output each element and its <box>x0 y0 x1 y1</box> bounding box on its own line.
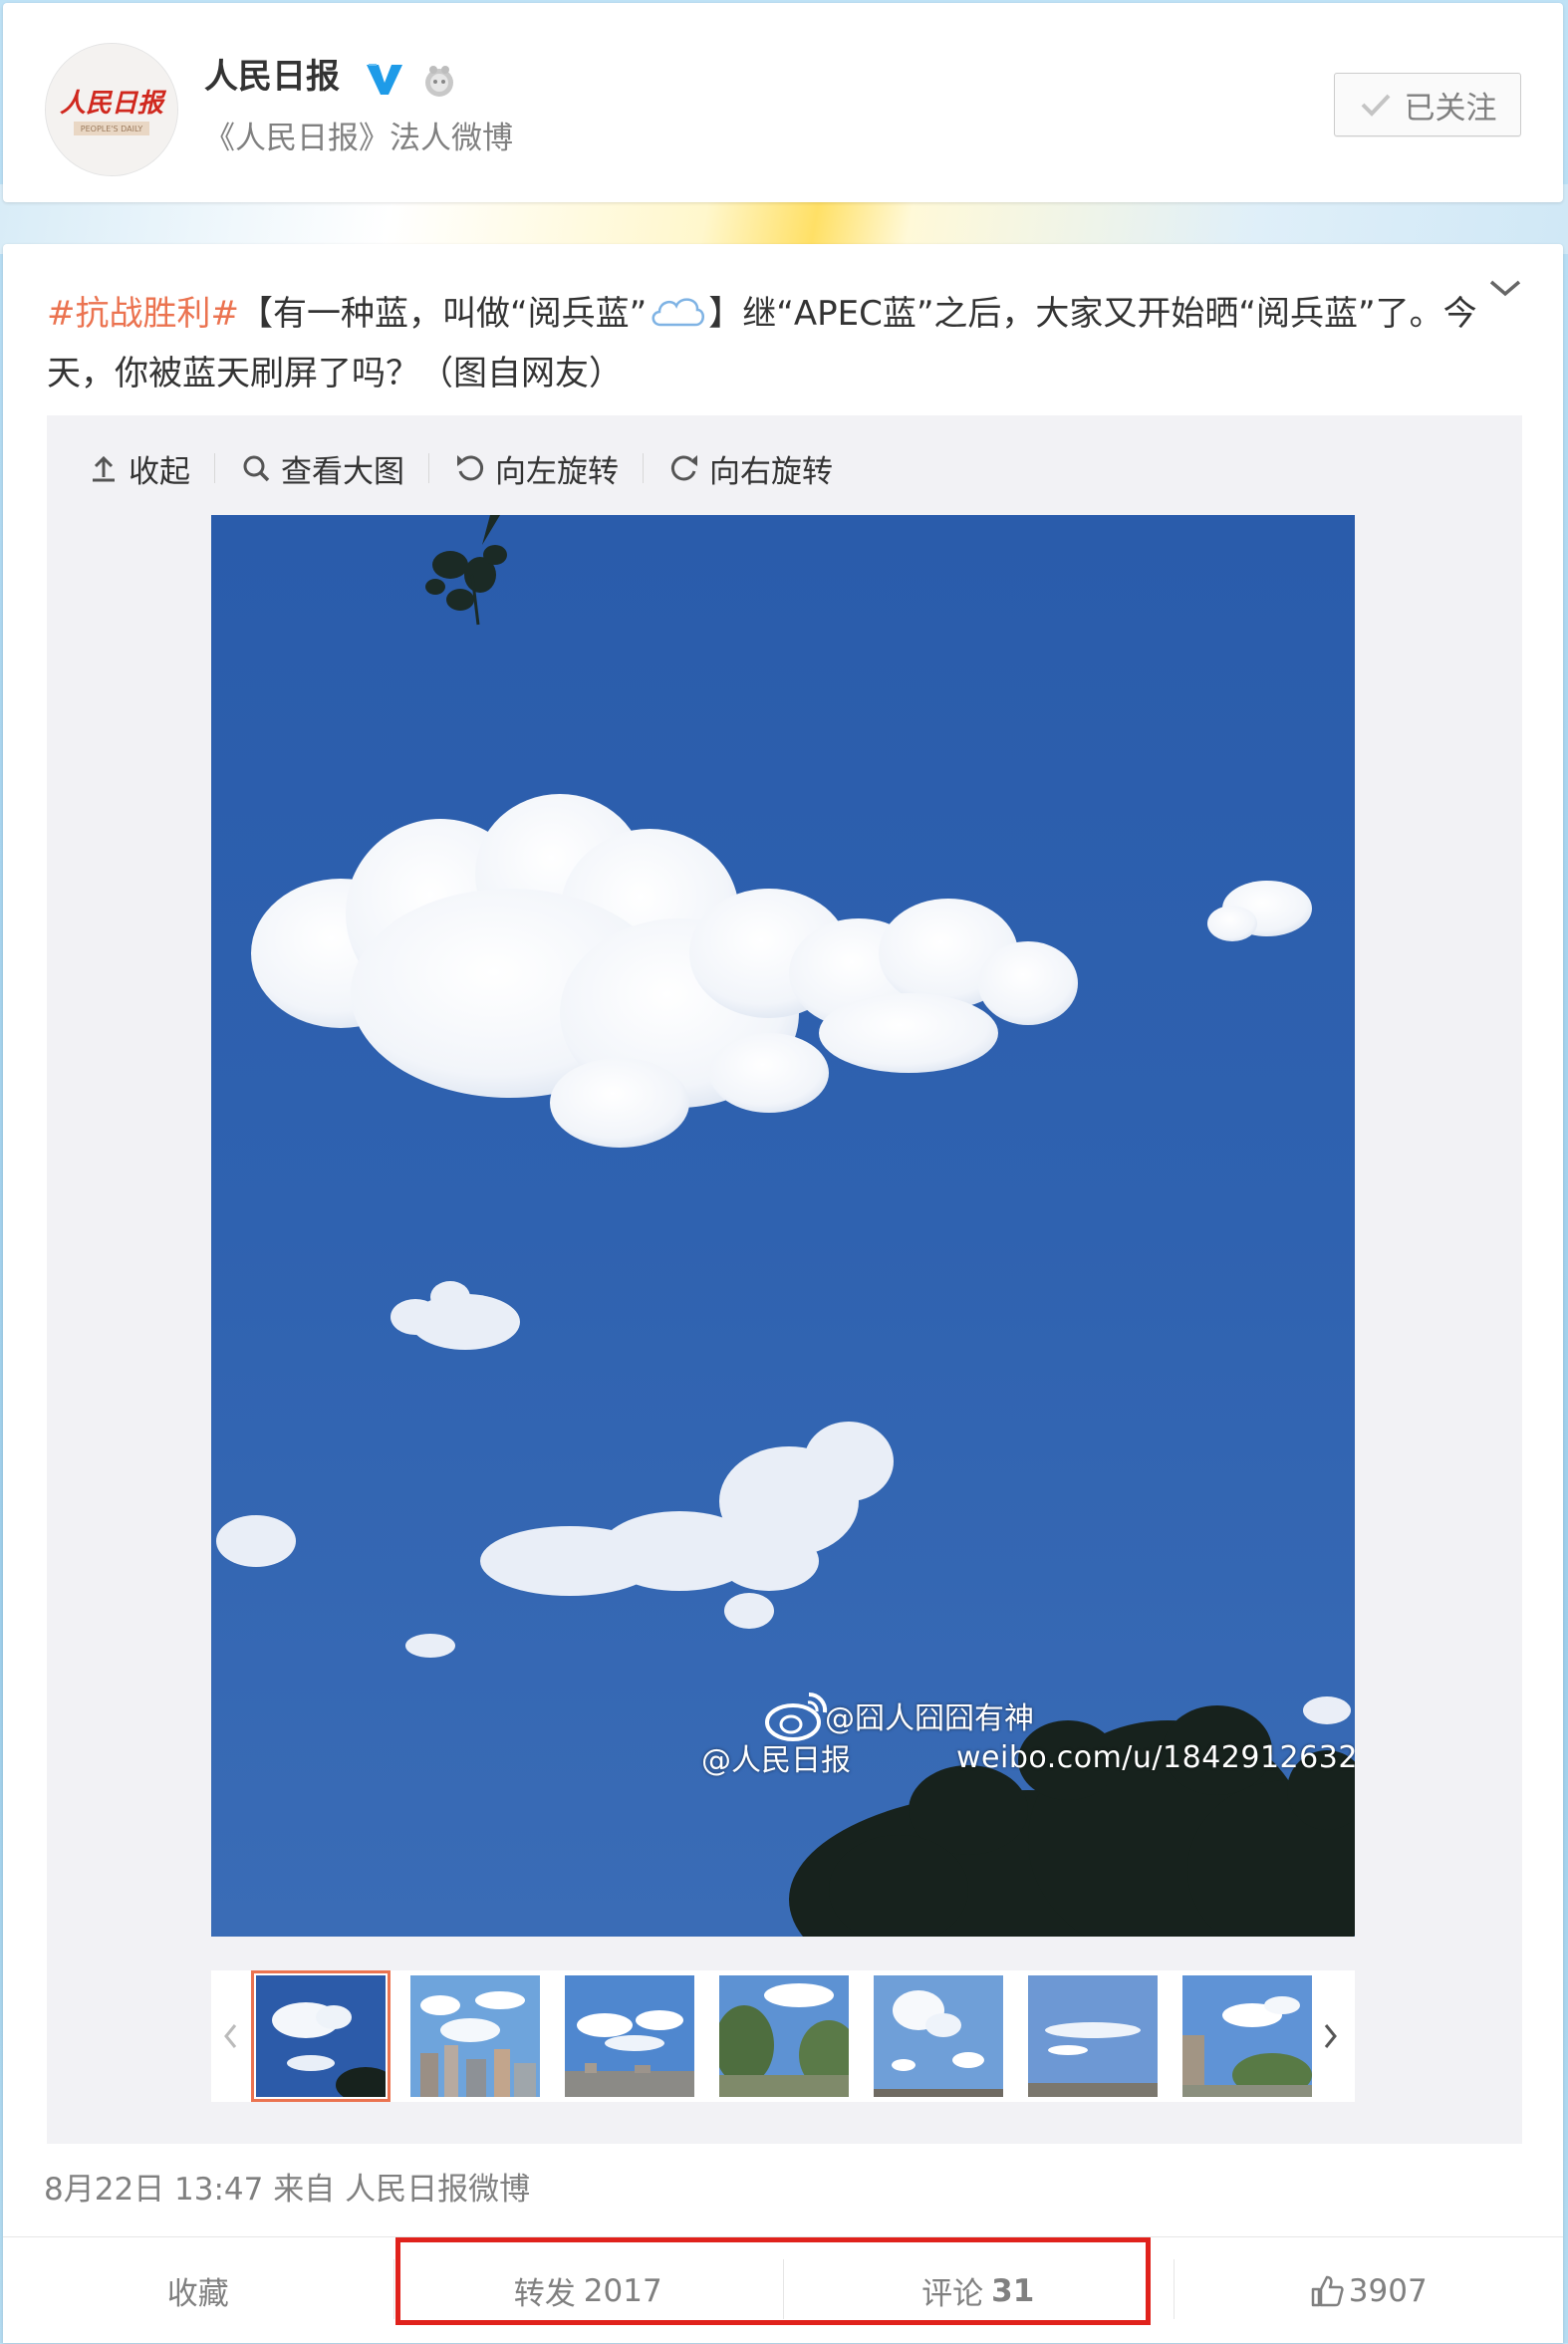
view-large-button[interactable]: 查看大图 <box>239 446 404 491</box>
repost-label: 转发 <box>513 2276 576 2312</box>
thumbnail-5[interactable] <box>874 1975 1003 2097</box>
check-icon <box>1361 94 1390 117</box>
repost-button[interactable]: 转发 2017 <box>392 2237 784 2344</box>
chevron-right-icon <box>1324 2024 1337 2048</box>
collapse-label: 收起 <box>129 453 190 490</box>
toolbar-divider <box>428 453 429 483</box>
thumbnail-4[interactable] <box>719 1975 849 2097</box>
comment-label: 评论 <box>921 2276 984 2312</box>
thumbnail-1[interactable] <box>251 1970 391 2102</box>
avatar[interactable]: 人民日报 PEOPLE'S DAILY <box>45 43 178 176</box>
cloud-emoji-icon <box>652 298 705 327</box>
media-toolbar: 收起 查看大图 向左旋转 向右旋转 <box>87 443 833 493</box>
follow-label: 已关注 <box>1404 90 1497 127</box>
like-icon <box>1311 2275 1344 2306</box>
thumbnail-next-button[interactable] <box>1312 1970 1350 2102</box>
thumbnail-prev-button[interactable] <box>211 1970 249 2102</box>
avatar-logo-subtext: PEOPLE'S DAILY <box>81 125 143 133</box>
thumbnail-3[interactable] <box>565 1975 694 2097</box>
rotate-right-label: 向右旋转 <box>709 453 833 490</box>
post-text-part1: 【有一种蓝，叫做“阅兵蓝” <box>238 294 648 334</box>
thumbnail-7[interactable] <box>1182 1975 1312 2097</box>
post-meta: 8月22日 13:47 来自 人民日报微博 <box>44 2170 530 2210</box>
post-text: #抗战胜利#【有一种蓝，叫做“阅兵蓝” 】继“APEC蓝”之后，大家又开始晒“阅… <box>47 284 1481 403</box>
watermark-user: @囧人囧囧有神 <box>825 1701 1034 1736</box>
action-bar: 收藏 转发 2017 评论 31 3907 <box>3 2236 1563 2344</box>
upload-icon <box>93 455 115 482</box>
watermark-url: weibo.com/u/1842912632 <box>956 1740 1355 1775</box>
like-count: 3907 <box>1348 2272 1428 2309</box>
favorite-button[interactable]: 收藏 <box>3 2237 393 2344</box>
search-icon <box>243 455 270 482</box>
like-button[interactable]: 3907 <box>1173 2237 1564 2344</box>
medal-icon[interactable] <box>419 61 459 101</box>
weibo-logo-icon <box>765 1692 828 1741</box>
collapse-button[interactable]: 收起 <box>87 446 190 491</box>
rotate-right-icon <box>670 455 697 481</box>
toolbar-divider <box>214 453 215 483</box>
profile-header: 人民日报 PEOPLE'S DAILY 人民日报 《人民日报》法人微博 已关注 <box>3 3 1563 202</box>
post-time[interactable]: 8月22日 13:47 <box>44 2172 263 2208</box>
comment-button[interactable]: 评论 31 <box>783 2237 1174 2344</box>
rotate-right-button[interactable]: 向右旋转 <box>667 446 833 491</box>
profile-description: 《人民日报》法人微博 <box>204 121 513 156</box>
profile-name[interactable]: 人民日报 <box>204 55 340 99</box>
repost-count: 2017 <box>583 2272 662 2309</box>
thumbnail-strip <box>211 1970 1355 2102</box>
post-source[interactable]: 人民日报微博 <box>345 2172 530 2208</box>
follow-button[interactable]: 已关注 <box>1334 73 1521 136</box>
favorite-label: 收藏 <box>166 2276 229 2312</box>
thumbnail-6[interactable] <box>1028 1975 1158 2097</box>
rotate-left-icon <box>457 455 484 481</box>
rotate-left-label: 向左旋转 <box>495 453 619 490</box>
chevron-down-icon[interactable] <box>1487 276 1523 300</box>
source-prefix: 来自 <box>273 2172 336 2208</box>
chevron-left-icon <box>224 2024 237 2048</box>
rotate-left-button[interactable]: 向左旋转 <box>453 446 619 491</box>
comment-count: 31 <box>991 2272 1035 2309</box>
topic-link[interactable]: #抗战胜利# <box>47 294 239 334</box>
view-large-label: 查看大图 <box>281 453 404 490</box>
avatar-logo-text: 人民日报 <box>60 89 167 119</box>
thumbnail-2[interactable] <box>410 1975 540 2097</box>
post-photo[interactable]: @人民日报 @囧人囧囧有神 weibo.com/u/1842912632 <box>211 515 1355 1937</box>
toolbar-divider <box>643 453 644 483</box>
verified-icon[interactable] <box>365 61 404 97</box>
